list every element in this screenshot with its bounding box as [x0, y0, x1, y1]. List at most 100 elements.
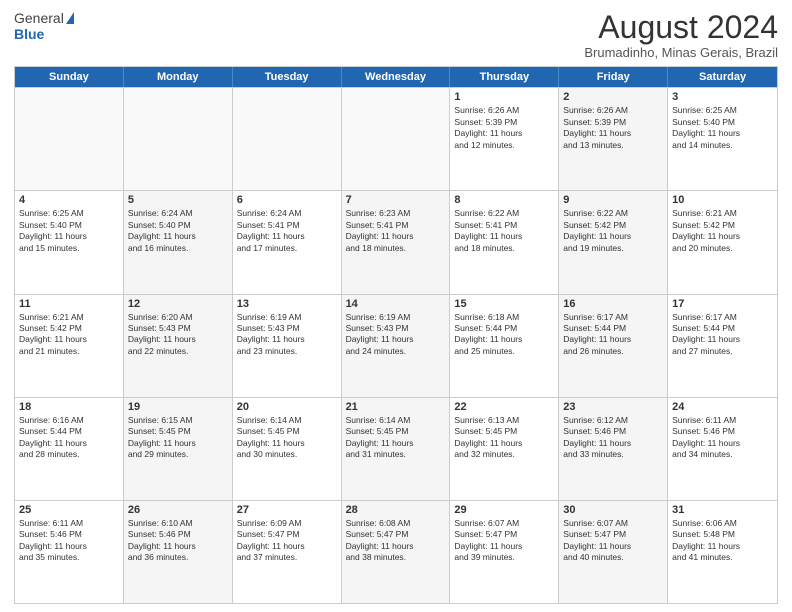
day-number: 8 [454, 194, 554, 206]
day-number: 22 [454, 401, 554, 413]
day-number: 24 [672, 401, 773, 413]
day-cell-6: 6Sunrise: 6:24 AMSunset: 5:41 PMDaylight… [233, 191, 342, 293]
day-info: Sunrise: 6:25 AMSunset: 5:40 PMDaylight:… [19, 208, 119, 254]
day-number: 17 [672, 298, 773, 310]
day-cell-5: 5 Sunrise: 6:24 AMSunset: 5:40 PMDaylight… [124, 191, 233, 293]
day-number: 20 [237, 401, 337, 413]
calendar-row-3: 11 Sunrise: 6:21 AMSunset: 5:42 PMDayligh… [15, 294, 777, 397]
day-number: 16 [563, 298, 663, 310]
weekday-header-wednesday: Wednesday [342, 67, 451, 87]
weekday-header-monday: Monday [124, 67, 233, 87]
day-number: 29 [454, 504, 554, 516]
day-info: Sunrise: 6:19 AMSunset: 5:43 PMDaylight:… [237, 312, 337, 358]
day-info: Sunrise: 6:19 AMSunset: 5:43 PMDaylight:… [346, 312, 446, 358]
day-number: 21 [346, 401, 446, 413]
day-info: Sunrise: 6:22 AMSunset: 5:41 PMDaylight:… [454, 208, 554, 254]
day-info: Sunrise: 6:24 AMSunset: 5:40 PMDaylight:… [128, 208, 228, 254]
location-subtitle: Brumadinho, Minas Gerais, Brazil [584, 45, 778, 60]
calendar: SundayMondayTuesdayWednesdayThursdayFrid… [14, 66, 778, 604]
day-number: 31 [672, 504, 773, 516]
day-cell-31: 31 Sunrise: 6:06 AMSunset: 5:48 PMDayligh… [668, 501, 777, 603]
day-info: Sunrise: 6:17 AMSunset: 5:44 PMDaylight:… [563, 312, 663, 358]
day-cell-23: 23 Sunrise: 6:12 AMSunset: 5:46 PMDayligh… [559, 398, 668, 500]
weekday-header-tuesday: Tuesday [233, 67, 342, 87]
day-cell-17: 17 Sunrise: 6:17 AMSunset: 5:44 PMDayligh… [668, 295, 777, 397]
day-cell-20: 20 Sunrise: 6:14 AMSunset: 5:45 PMDayligh… [233, 398, 342, 500]
day-number: 18 [19, 401, 119, 413]
day-cell-21: 21 Sunrise: 6:14 AMSunset: 5:45 PMDayligh… [342, 398, 451, 500]
day-info: Sunrise: 6:11 AMSunset: 5:46 PMDaylight:… [19, 518, 119, 564]
calendar-row-2: 4 Sunrise: 6:25 AMSunset: 5:40 PMDaylight… [15, 190, 777, 293]
day-cell-15: 15 Sunrise: 6:18 AMSunset: 5:44 PMDayligh… [450, 295, 559, 397]
calendar-body: 1 Sunrise: 6:26 AMSunset: 5:39 PMDaylight… [15, 87, 777, 603]
day-info: Sunrise: 6:15 AMSunset: 5:45 PMDaylight:… [128, 415, 228, 461]
day-info: Sunrise: 6:14 AMSunset: 5:45 PMDaylight:… [237, 415, 337, 461]
day-cell-30: 30 Sunrise: 6:07 AMSunset: 5:47 PMDayligh… [559, 501, 668, 603]
day-cell-29: 29 Sunrise: 6:07 AMSunset: 5:47 PMDayligh… [450, 501, 559, 603]
day-number: 7 [346, 194, 446, 206]
day-number: 4 [19, 194, 119, 206]
day-info: Sunrise: 6:12 AMSunset: 5:46 PMDaylight:… [563, 415, 663, 461]
day-info: Sunrise: 6:07 AMSunset: 5:47 PMDaylight:… [454, 518, 554, 564]
empty-cell [342, 88, 451, 190]
day-number: 11 [19, 298, 119, 310]
day-info: Sunrise: 6:06 AMSunset: 5:48 PMDaylight:… [672, 518, 773, 564]
day-cell-18: 18 Sunrise: 6:16 AMSunset: 5:44 PMDayligh… [15, 398, 124, 500]
day-info: Sunrise: 6:08 AMSunset: 5:47 PMDaylight:… [346, 518, 446, 564]
day-info: Sunrise: 6:26 AMSunset: 5:39 PMDaylight:… [454, 105, 554, 151]
day-number: 5 [128, 194, 228, 206]
day-info: Sunrise: 6:07 AMSunset: 5:47 PMDaylight:… [563, 518, 663, 564]
day-number: 27 [237, 504, 337, 516]
header: General Blue August 2024 Brumadinho, Min… [14, 10, 778, 60]
day-info: Sunrise: 6:23 AMSunset: 5:41 PMDaylight:… [346, 208, 446, 254]
day-number: 15 [454, 298, 554, 310]
day-cell-27: 27 Sunrise: 6:09 AMSunset: 5:47 PMDayligh… [233, 501, 342, 603]
logo-blue-text: Blue [14, 26, 44, 42]
day-cell-11: 11 Sunrise: 6:21 AMSunset: 5:42 PMDayligh… [15, 295, 124, 397]
day-cell-14: 14Sunrise: 6:19 AMSunset: 5:43 PMDayligh… [342, 295, 451, 397]
day-info: Sunrise: 6:25 AMSunset: 5:40 PMDaylight:… [672, 105, 773, 151]
day-number: 26 [128, 504, 228, 516]
day-number: 6 [237, 194, 337, 206]
day-cell-16: 16 Sunrise: 6:17 AMSunset: 5:44 PMDayligh… [559, 295, 668, 397]
weekday-header-saturday: Saturday [668, 67, 777, 87]
day-cell-9: 9 Sunrise: 6:22 AMSunset: 5:42 PMDaylight… [559, 191, 668, 293]
empty-cell [15, 88, 124, 190]
calendar-row-1: 1 Sunrise: 6:26 AMSunset: 5:39 PMDaylight… [15, 87, 777, 190]
day-info: Sunrise: 6:09 AMSunset: 5:47 PMDaylight:… [237, 518, 337, 564]
calendar-row-4: 18 Sunrise: 6:16 AMSunset: 5:44 PMDayligh… [15, 397, 777, 500]
day-info: Sunrise: 6:21 AMSunset: 5:42 PMDaylight:… [672, 208, 773, 254]
day-number: 1 [454, 91, 554, 103]
day-info: Sunrise: 6:18 AMSunset: 5:44 PMDaylight:… [454, 312, 554, 358]
logo-general-text: General [14, 10, 64, 26]
weekday-header-thursday: Thursday [450, 67, 559, 87]
weekday-header-friday: Friday [559, 67, 668, 87]
day-cell-8: 8 Sunrise: 6:22 AMSunset: 5:41 PMDaylight… [450, 191, 559, 293]
day-cell-2: 2Sunrise: 6:26 AMSunset: 5:39 PMDaylight… [559, 88, 668, 190]
day-cell-22: 22Sunrise: 6:13 AMSunset: 5:45 PMDayligh… [450, 398, 559, 500]
day-cell-3: 3 Sunrise: 6:25 AMSunset: 5:40 PMDaylight… [668, 88, 777, 190]
day-number: 23 [563, 401, 663, 413]
day-info: Sunrise: 6:16 AMSunset: 5:44 PMDaylight:… [19, 415, 119, 461]
day-number: 10 [672, 194, 773, 206]
day-info: Sunrise: 6:22 AMSunset: 5:42 PMDaylight:… [563, 208, 663, 254]
day-cell-24: 24Sunrise: 6:11 AMSunset: 5:46 PMDayligh… [668, 398, 777, 500]
calendar-row-5: 25Sunrise: 6:11 AMSunset: 5:46 PMDayligh… [15, 500, 777, 603]
empty-cell [233, 88, 342, 190]
day-number: 9 [563, 194, 663, 206]
logo-triangle-icon [66, 12, 74, 24]
day-info: Sunrise: 6:20 AMSunset: 5:43 PMDaylight:… [128, 312, 228, 358]
day-info: Sunrise: 6:14 AMSunset: 5:45 PMDaylight:… [346, 415, 446, 461]
day-number: 3 [672, 91, 773, 103]
day-cell-12: 12 Sunrise: 6:20 AMSunset: 5:43 PMDayligh… [124, 295, 233, 397]
day-info: Sunrise: 6:17 AMSunset: 5:44 PMDaylight:… [672, 312, 773, 358]
day-number: 12 [128, 298, 228, 310]
day-cell-19: 19Sunrise: 6:15 AMSunset: 5:45 PMDayligh… [124, 398, 233, 500]
day-info: Sunrise: 6:26 AMSunset: 5:39 PMDaylight:… [563, 105, 663, 151]
day-info: Sunrise: 6:21 AMSunset: 5:42 PMDaylight:… [19, 312, 119, 358]
day-info: Sunrise: 6:10 AMSunset: 5:46 PMDaylight:… [128, 518, 228, 564]
day-number: 30 [563, 504, 663, 516]
day-number: 28 [346, 504, 446, 516]
day-cell-25: 25Sunrise: 6:11 AMSunset: 5:46 PMDayligh… [15, 501, 124, 603]
empty-cell [124, 88, 233, 190]
